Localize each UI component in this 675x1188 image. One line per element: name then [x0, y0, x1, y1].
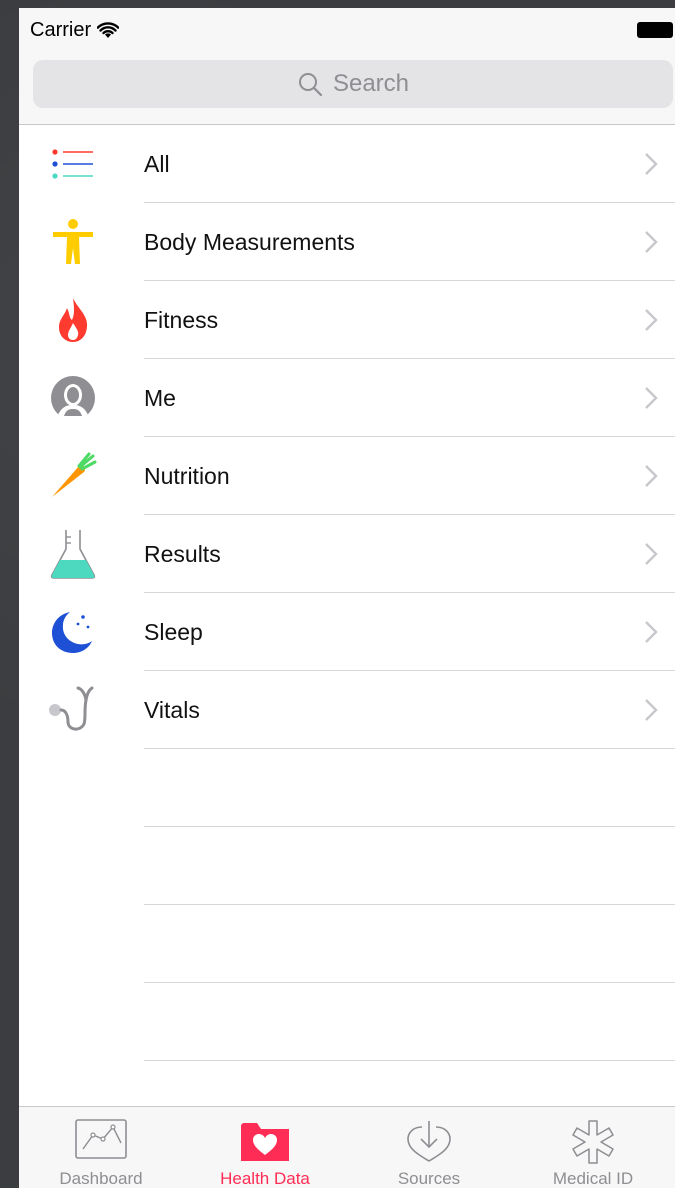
carrier-indicator: Carrier — [30, 19, 120, 42]
category-label: All — [144, 151, 170, 177]
tab-label: Health Data — [220, 1169, 310, 1188]
flame-icon — [43, 295, 103, 345]
category-row-fitness[interactable]: Fitness — [19, 281, 675, 359]
category-label: Fitness — [144, 307, 219, 333]
category-label: Sleep — [144, 619, 203, 645]
list-icon — [43, 139, 103, 189]
search-area: Search — [19, 50, 675, 125]
empty-row — [19, 827, 675, 905]
body-figure-icon — [43, 217, 103, 267]
chevron-right-icon — [645, 465, 658, 487]
carrier-label: Carrier — [30, 19, 92, 41]
wifi-icon — [97, 21, 120, 38]
chevron-right-icon — [645, 699, 658, 721]
category-row-all[interactable]: All — [19, 125, 675, 203]
tab-dashboard[interactable]: Dashboard — [19, 1107, 183, 1188]
medical-id-icon — [572, 1120, 614, 1164]
status-bar: Carrier — [19, 8, 675, 50]
category-list: All Body Measurements Fitness Me Nutriti… — [19, 125, 675, 1061]
category-row-me[interactable]: Me — [19, 359, 675, 437]
category-label: Body Measurements — [144, 229, 355, 255]
empty-row — [19, 749, 675, 827]
stethoscope-icon — [43, 685, 103, 735]
phone-screen: Carrier Search All Body Measurements Fit… — [19, 8, 675, 1188]
category-row-sleep[interactable]: Sleep — [19, 593, 675, 671]
tab-label: Sources — [397, 1169, 461, 1188]
empty-row — [19, 905, 675, 983]
category-row-nutrition[interactable]: Nutrition — [19, 437, 675, 515]
chevron-right-icon — [645, 543, 658, 565]
empty-row — [19, 983, 675, 1061]
health-data-folder-icon — [241, 1123, 289, 1161]
tab-sources[interactable]: Sources — [347, 1107, 511, 1188]
category-label: Nutrition — [144, 463, 230, 489]
sources-download-icon — [407, 1121, 451, 1162]
flask-icon — [43, 529, 103, 579]
chevron-right-icon — [645, 153, 658, 175]
category-label: Results — [144, 541, 221, 567]
tab-label: Dashboard — [59, 1169, 143, 1188]
category-row-vitals[interactable]: Vitals — [19, 671, 675, 749]
chevron-right-icon — [645, 621, 658, 643]
battery-icon — [637, 22, 673, 38]
tab-medical-id[interactable]: Medical ID — [511, 1107, 675, 1188]
carrot-icon — [43, 451, 103, 501]
tab-bar: Dashboard Health Data Sources Medical ID — [19, 1106, 675, 1188]
search-icon — [298, 73, 323, 97]
category-label: Me — [144, 385, 176, 411]
category-row-results[interactable]: Results — [19, 515, 675, 593]
moon-icon — [43, 607, 103, 657]
category-label: Vitals — [144, 697, 200, 723]
search-input[interactable]: Search — [33, 60, 673, 108]
dashboard-icon — [75, 1119, 127, 1159]
tab-label: Medical ID — [552, 1169, 634, 1188]
row-separator — [144, 1060, 675, 1061]
category-row-body-measurements[interactable]: Body Measurements — [19, 203, 675, 281]
chevron-right-icon — [645, 231, 658, 253]
tab-health-data[interactable]: Health Data — [183, 1107, 347, 1188]
chevron-right-icon — [645, 387, 658, 409]
chevron-right-icon — [645, 309, 658, 331]
search-placeholder: Search — [332, 70, 410, 97]
person-icon — [43, 373, 103, 423]
